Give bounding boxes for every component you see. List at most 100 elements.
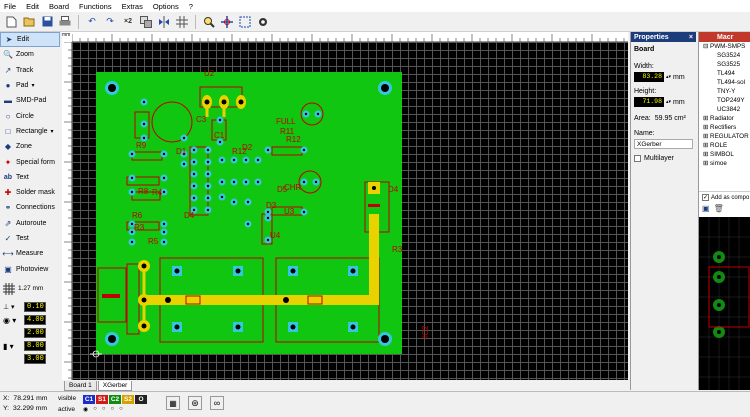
- layer-c1[interactable]: C1: [83, 395, 95, 404]
- layer-s2[interactable]: S2: [122, 395, 134, 404]
- menu-board[interactable]: Board: [49, 2, 69, 11]
- tool-label: Circle: [16, 112, 34, 120]
- print-icon[interactable]: [58, 15, 72, 29]
- save-icon[interactable]: ▣: [702, 204, 710, 213]
- pad-inner-field[interactable]: 2.00: [24, 328, 46, 339]
- multilayer-checkbox[interactable]: [634, 155, 641, 162]
- tool-text[interactable]: ab Text: [0, 170, 60, 185]
- grid-selector[interactable]: 1.27 mm: [0, 281, 60, 297]
- macro-tree-item[interactable]: ⊞ Radiator: [703, 114, 750, 123]
- spin-icon[interactable]: ▴▾: [666, 74, 671, 80]
- menu-edit[interactable]: Edit: [26, 2, 39, 11]
- drill: [221, 99, 227, 105]
- tool-measure[interactable]: ⟷ Measure: [0, 246, 60, 261]
- radio-o[interactable]: ○: [119, 406, 123, 413]
- save-icon[interactable]: [40, 15, 54, 29]
- macro-tree-item[interactable]: ⊞ REGULATOR: [703, 132, 750, 141]
- rubberband-icon[interactable]: ∞: [210, 396, 224, 410]
- macro-tree-item[interactable]: ⊟ PWM-SMPS: [703, 42, 750, 51]
- menu-file[interactable]: File: [4, 2, 16, 11]
- menu-options[interactable]: Options: [153, 2, 179, 11]
- snap-icon[interactable]: [220, 15, 234, 29]
- tool-autoroute[interactable]: ⇗ Autoroute: [0, 216, 60, 231]
- zoom-icon[interactable]: [202, 15, 216, 29]
- name-field[interactable]: XGerber: [634, 139, 693, 149]
- multilayer-label: Multilayer: [644, 155, 674, 162]
- mirror-icon[interactable]: [157, 15, 171, 29]
- radio-c2[interactable]: ○: [102, 406, 106, 413]
- visible-label: visible: [58, 395, 77, 402]
- tool-circle[interactable]: ○ Circle: [0, 108, 60, 123]
- tool-edit[interactable]: ➤ Edit: [0, 32, 60, 48]
- smd-width-field[interactable]: 8.00: [24, 341, 46, 352]
- layer-c2[interactable]: C2: [109, 395, 121, 404]
- macro-tree-item[interactable]: SG3524: [703, 51, 750, 60]
- tool-smd-pad[interactable]: ▬ SMD-Pad: [0, 93, 60, 108]
- height-field[interactable]: 71.98: [634, 97, 664, 107]
- macro-tree-item[interactable]: ⊞ simoe: [703, 159, 750, 168]
- drc-icon[interactable]: [256, 15, 270, 29]
- macro-tree-item[interactable]: ⊞ ROLE: [703, 141, 750, 150]
- pcb-canvas[interactable]: U2 C1 R12 R11 D5 R9 R4 R8 R5 R6 R3 D4 U3 U4 D3 D2 D1 C3 FU…: [72, 42, 628, 380]
- radio-s1[interactable]: ○: [93, 406, 97, 413]
- target-icon[interactable]: ⊛: [188, 396, 202, 410]
- tool-test[interactable]: ✓ Test: [0, 231, 60, 246]
- macro-tree-item[interactable]: TOP249Y: [703, 96, 750, 105]
- width-field[interactable]: 83.28: [634, 72, 664, 82]
- trash-icon[interactable]: 🗑: [714, 204, 724, 213]
- macro-tree-item[interactable]: SG3525: [703, 60, 750, 69]
- silk-label: R3: [392, 245, 403, 254]
- close-icon[interactable]: ×: [689, 34, 693, 41]
- tool-rectangle[interactable]: □ Rectangle ▾: [0, 124, 60, 139]
- menu-functions[interactable]: Functions: [79, 2, 112, 11]
- layers-icon[interactable]: [139, 15, 153, 29]
- tab-board-1[interactable]: Board 1: [64, 381, 97, 391]
- tab-xgerber[interactable]: XGerber: [97, 381, 133, 391]
- open-icon[interactable]: [22, 15, 36, 29]
- autoroute-icon: ⇗: [4, 218, 12, 228]
- tool-solder-mask[interactable]: ✚ Solder mask: [0, 185, 60, 200]
- spin-icon[interactable]: ▴▾: [666, 99, 671, 105]
- tool-zone[interactable]: ◆ Zone: [0, 139, 60, 154]
- macro-preview: [699, 217, 750, 390]
- track-width-icon: ⊥ ▾: [3, 304, 15, 312]
- new-icon[interactable]: [4, 15, 18, 29]
- scale-x2-icon[interactable]: ×2: [121, 15, 135, 29]
- drill: [130, 152, 134, 156]
- macro-tree-item[interactable]: TNY-Y: [703, 87, 750, 96]
- macro-tree-item[interactable]: ⊞ SIMBOL: [703, 150, 750, 159]
- drill: [192, 184, 196, 188]
- chevron-down-icon[interactable]: ▾: [31, 82, 34, 89]
- tool-photoview[interactable]: ▣ Photoview: [0, 261, 60, 276]
- layer-o[interactable]: O: [135, 395, 147, 404]
- tool-special-form[interactable]: ✦ Special form: [0, 154, 60, 169]
- menu-help[interactable]: ?: [189, 2, 193, 11]
- radio-c1[interactable]: ◉: [83, 406, 88, 413]
- chevron-down-icon[interactable]: ▾: [51, 128, 54, 135]
- macro-tree-item[interactable]: UC3842: [703, 105, 750, 114]
- tool-pad[interactable]: ● Pad ▾: [0, 78, 60, 93]
- track-width-field[interactable]: 0.10: [24, 302, 46, 313]
- grid-icon[interactable]: [175, 15, 189, 29]
- smd-height-field[interactable]: 3.00: [24, 354, 46, 365]
- silk-label: U2: [204, 69, 215, 78]
- tool-label: Test: [16, 235, 29, 242]
- drill: [266, 148, 270, 152]
- x-label: X:: [3, 395, 10, 402]
- macro-tree-item[interactable]: ⊞ Rectifiers: [703, 123, 750, 132]
- pad-outer-field[interactable]: 4.00: [24, 315, 46, 326]
- undo-icon[interactable]: ↶: [85, 15, 99, 29]
- select-icon[interactable]: [238, 15, 252, 29]
- tool-connections[interactable]: ⚭ Connections: [0, 200, 60, 215]
- radio-s2[interactable]: ○: [111, 406, 115, 413]
- macro-tree-item[interactable]: TL494: [703, 69, 750, 78]
- tool-track[interactable]: ↗ Track: [0, 63, 60, 78]
- macro-tree-item[interactable]: TL494-sol: [703, 78, 750, 87]
- redo-icon[interactable]: ↷: [103, 15, 117, 29]
- menu-extras[interactable]: Extras: [122, 2, 143, 11]
- add-as-component-checkbox[interactable]: ✓: [702, 194, 709, 201]
- tool-zoom[interactable]: 🔍 Zoom: [0, 47, 60, 62]
- layer-s1[interactable]: S1: [96, 395, 108, 404]
- silk-label: IC2: [421, 325, 430, 338]
- board-view-icon[interactable]: ▦: [166, 396, 180, 410]
